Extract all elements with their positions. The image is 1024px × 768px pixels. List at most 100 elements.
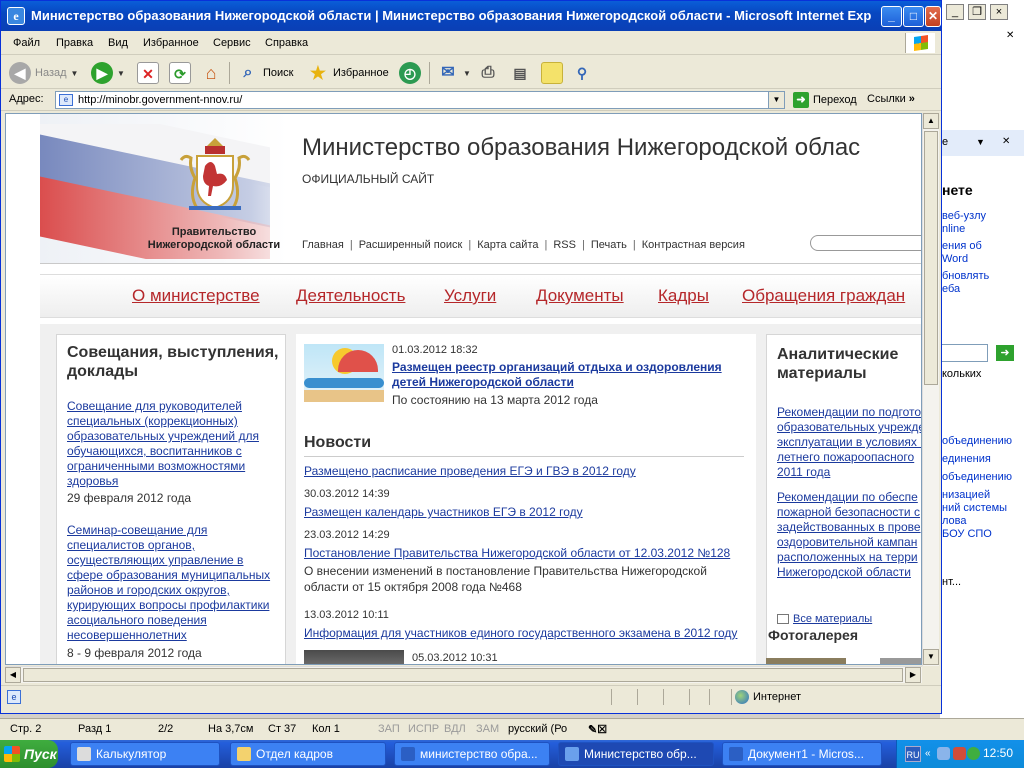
network-icon[interactable] — [937, 747, 950, 760]
task-pane-link[interactable]: nline — [942, 223, 965, 235]
history-button[interactable]: ◴ — [399, 60, 421, 86]
link-advanced-search[interactable]: Расширенный поиск — [359, 239, 463, 251]
nav-staff[interactable]: Кадры — [658, 286, 709, 306]
task-pane-link[interactable]: объединению — [942, 471, 1012, 483]
nav-appeals[interactable]: Обращения граждан — [742, 286, 905, 306]
word-close-button[interactable]: × — [990, 4, 1008, 20]
nav-activity[interactable]: Деятельность — [296, 286, 405, 306]
news-link-1[interactable]: Размещено расписание проведения ЕГЭ и ГВ… — [304, 464, 636, 478]
language-indicator[interactable]: RU — [905, 746, 921, 762]
task-pane-link[interactable]: БОУ СПО — [942, 528, 992, 540]
tray-expand-icon[interactable]: « — [925, 748, 931, 759]
task-ministry-word[interactable]: министерство обра... — [394, 742, 550, 766]
gallery-photo[interactable] — [766, 658, 846, 664]
close-button[interactable]: ✕ — [925, 6, 941, 27]
status-extend[interactable]: ВДЛ — [444, 723, 466, 735]
status-track[interactable]: ИСПР — [408, 723, 439, 735]
analytics-link-2[interactable]: Рекомендации по обеспе пожарной безопасно… — [777, 490, 921, 580]
scroll-thumb[interactable] — [23, 668, 903, 682]
news-link-4[interactable]: Информация для участников единого госуда… — [304, 626, 737, 640]
antivirus-icon[interactable] — [967, 747, 980, 760]
task-pane-link[interactable]: веб-узлу — [942, 210, 986, 222]
nav-services[interactable]: Услуги — [444, 286, 496, 306]
status-rec[interactable]: ЗАП — [378, 723, 400, 735]
ie-title-bar[interactable]: e Министерство образования Нижегородской… — [1, 1, 941, 31]
link-sitemap[interactable]: Карта сайта — [477, 239, 538, 251]
minimize-button[interactable]: _ — [881, 6, 902, 27]
task-pane-link[interactable]: низацией — [942, 489, 990, 501]
featured-link[interactable]: детей Нижегородской области — [392, 375, 574, 389]
task-pane-link[interactable]: Word — [942, 253, 968, 265]
chevron-down-icon[interactable]: ▼ — [117, 69, 125, 78]
menu-tools[interactable]: Сервис — [213, 37, 251, 49]
go-button[interactable]: ➜ Переход — [793, 92, 857, 108]
task-ministry-ie[interactable]: Министерство обр... — [558, 742, 714, 766]
spelling-icon[interactable]: ✎☒ — [588, 723, 607, 736]
scroll-left-icon[interactable]: ◀ — [5, 667, 21, 683]
back-button[interactable]: ◀ Назад ▼ — [9, 60, 78, 86]
nav-documents[interactable]: Документы — [536, 286, 624, 306]
task-pane-link[interactable]: бновлять — [942, 270, 989, 282]
address-input[interactable]: e http://minobr.government-nnov.ru/ ▼ — [55, 91, 785, 109]
scroll-down-icon[interactable]: ▼ — [923, 649, 939, 665]
edit-button[interactable]: ▤ — [509, 60, 531, 86]
menu-favorites[interactable]: Избранное — [143, 37, 199, 49]
summer-camp-image[interactable] — [304, 344, 384, 402]
chevron-down-icon[interactable]: ▼ — [976, 137, 985, 147]
scroll-up-icon[interactable]: ▲ — [923, 113, 939, 129]
meeting-link-2[interactable]: Семинар-совещание для специалистов органо… — [67, 523, 282, 643]
link-home[interactable]: Главная — [302, 239, 344, 251]
news-thumbnail[interactable] — [304, 650, 404, 664]
task-calculator[interactable]: Калькулятор — [70, 742, 220, 766]
task-pane-link[interactable]: ения об — [942, 240, 982, 252]
word-restore-button[interactable]: ❐ — [968, 4, 986, 20]
search-button[interactable]: ⌕ Поиск — [237, 60, 294, 86]
vertical-scrollbar[interactable]: ▲ ▼ — [922, 113, 939, 666]
task-pane-link[interactable]: лова — [942, 515, 967, 527]
task-pane-link[interactable]: объединению — [942, 435, 1012, 447]
mail-button[interactable]: ✉ ▼ — [437, 60, 471, 86]
nav-about[interactable]: О министерстве — [132, 286, 260, 306]
site-search-input[interactable] — [810, 235, 921, 251]
task-pane-search-go-icon[interactable]: ➜ — [996, 345, 1014, 361]
word-doc-close-icon[interactable]: ✕ — [1006, 30, 1014, 41]
volume-icon[interactable] — [953, 747, 966, 760]
menu-edit[interactable]: Правка — [56, 37, 93, 49]
refresh-button[interactable]: ⟳ — [169, 60, 191, 86]
task-pane-search-input[interactable] — [940, 344, 988, 362]
news-link-3[interactable]: Постановление Правительства Нижегородско… — [304, 546, 730, 560]
menu-view[interactable]: Вид — [108, 37, 128, 49]
maximize-button[interactable]: □ — [903, 6, 924, 27]
favorites-button[interactable]: ★ Избранное — [307, 60, 389, 86]
menu-file[interactable]: Файл — [13, 37, 40, 49]
link-rss[interactable]: RSS — [553, 239, 576, 251]
task-document1[interactable]: Документ1 - Micros... — [722, 742, 882, 766]
chevron-down-icon[interactable]: ▼ — [463, 69, 471, 78]
stop-button[interactable]: ✕ — [137, 60, 159, 86]
forward-button[interactable]: ▶ ▼ — [91, 60, 125, 86]
discuss-button[interactable] — [541, 60, 563, 86]
word-minimize-button[interactable]: _ — [946, 4, 964, 20]
chevron-down-icon[interactable]: ▼ — [768, 92, 784, 108]
status-overtype[interactable]: ЗАМ — [476, 723, 499, 735]
scroll-right-icon[interactable]: ▶ — [905, 667, 921, 683]
task-pane-link[interactable]: единения — [942, 453, 991, 465]
coat-of-arms-icon[interactable] — [175, 136, 255, 214]
security-zone[interactable]: Интернет — [735, 690, 801, 704]
print-button[interactable]: ⎙ — [477, 60, 499, 86]
gallery-photo[interactable] — [880, 658, 921, 664]
research-button[interactable]: ⚲ — [571, 60, 593, 86]
start-button[interactable]: Пуск — [0, 740, 58, 768]
news-link-2[interactable]: Размещен календарь участников ЕГЭ в 2012… — [304, 505, 583, 519]
task-pane-link[interactable]: ний системы — [942, 502, 1007, 514]
link-contrast-version[interactable]: Контрастная версия — [642, 239, 745, 251]
meeting-link-1[interactable]: Совещание для руководителей специальных (… — [67, 399, 282, 489]
task-pane-link[interactable]: еба — [942, 283, 960, 295]
horizontal-scrollbar[interactable]: ◀ ▶ — [5, 666, 922, 683]
menu-help[interactable]: Справка — [265, 37, 308, 49]
chevron-down-icon[interactable]: ▼ — [71, 69, 79, 78]
pane-close-icon[interactable]: ✕ — [1002, 136, 1010, 147]
home-button[interactable]: ⌂ — [200, 60, 222, 86]
task-hr-folder[interactable]: Отдел кадров — [230, 742, 386, 766]
links-button[interactable]: Ссылки » — [867, 93, 915, 105]
